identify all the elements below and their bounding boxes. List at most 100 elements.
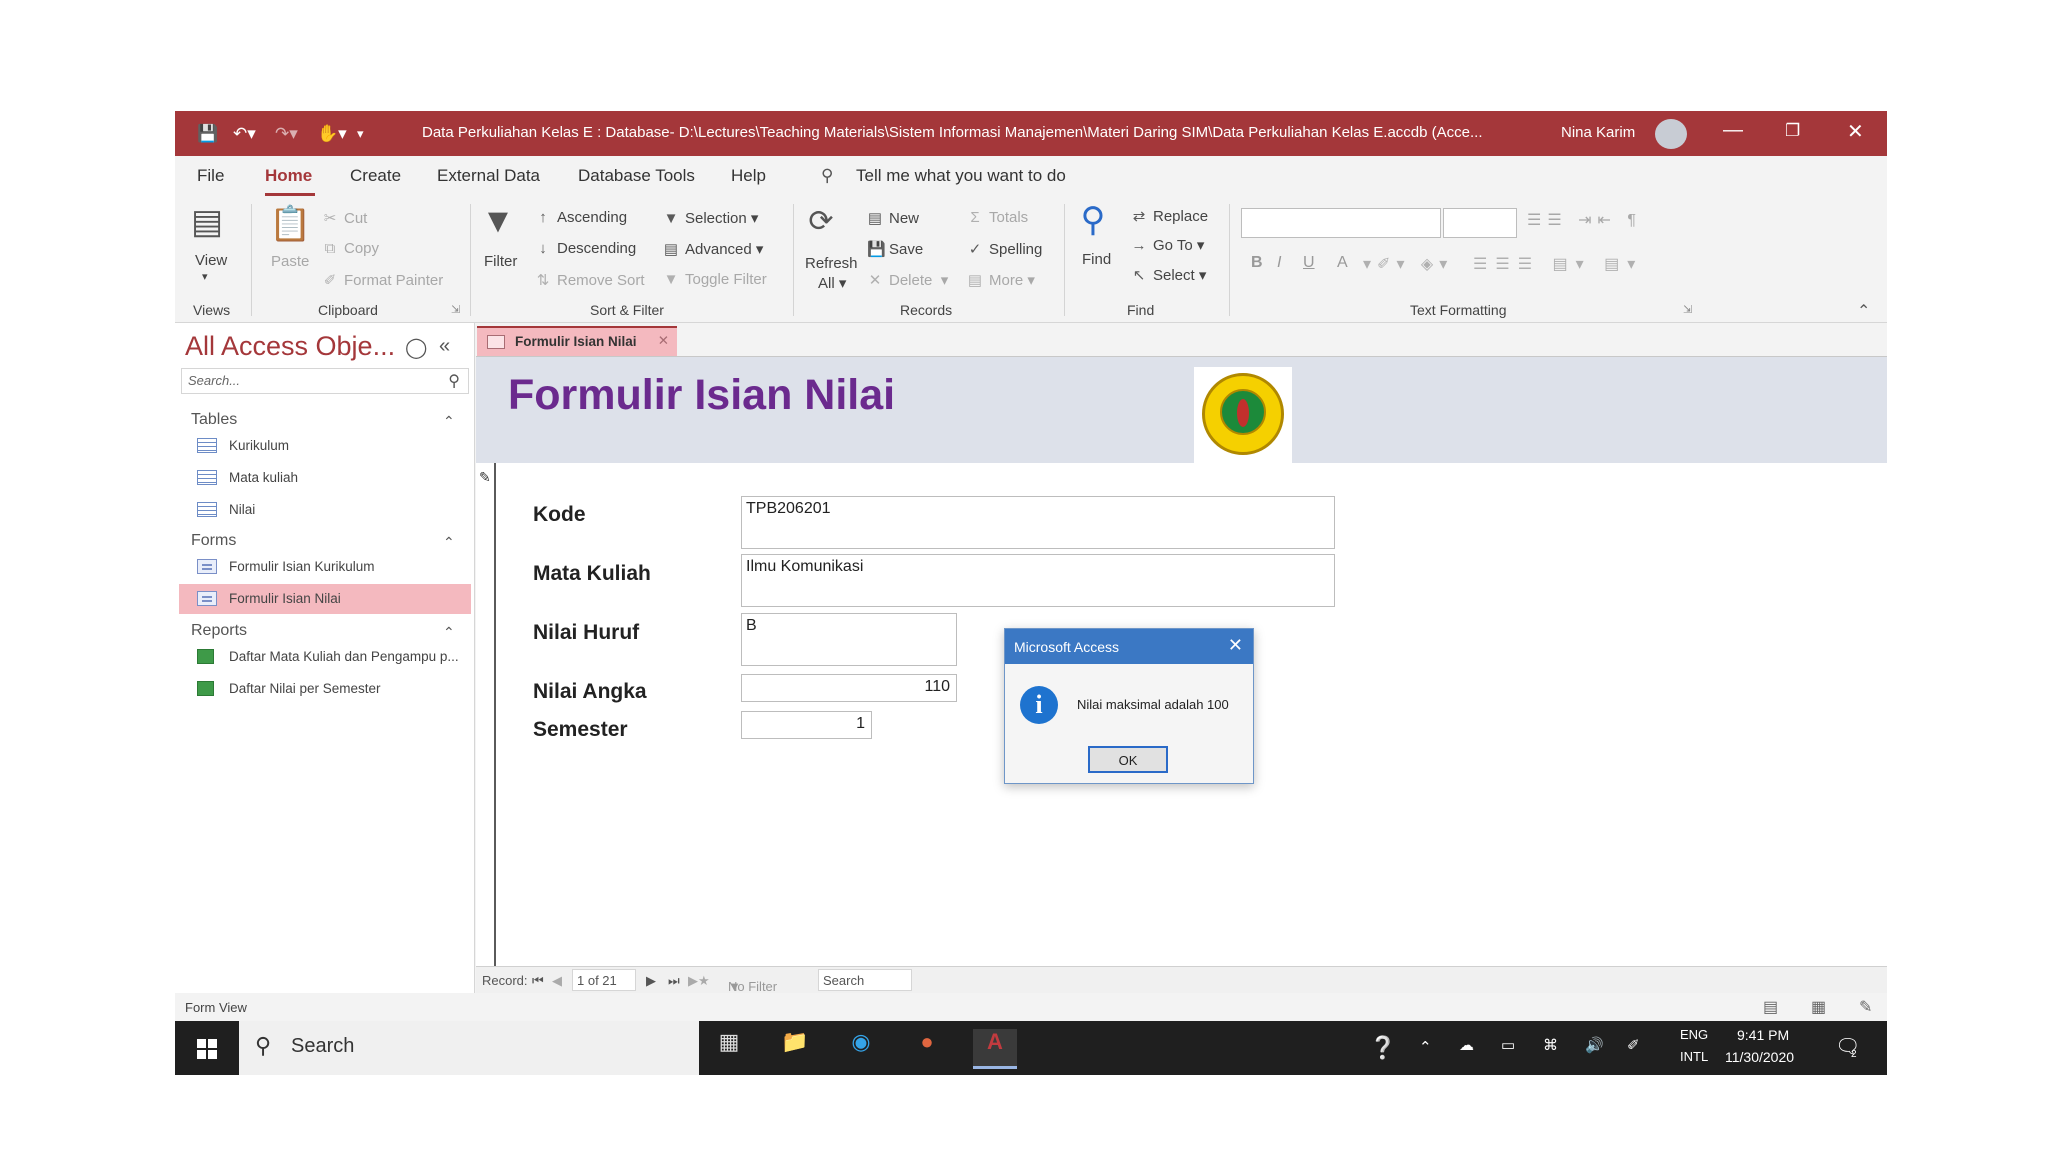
nav-search-input[interactable]: Search... ⚲	[181, 368, 469, 394]
last-record-button[interactable]: ⏭	[668, 973, 680, 989]
layout-view-icon[interactable]: ▦	[1811, 997, 1826, 1017]
format-painter-button[interactable]: ✐ Format Painter	[322, 271, 444, 289]
tab-database-tools[interactable]: Database Tools	[578, 166, 695, 186]
copy-button[interactable]: ⧉ Copy	[322, 240, 379, 257]
descending-button[interactable]: ↓ Descending	[535, 240, 636, 257]
nav-menu-icon[interactable]: ◯	[405, 335, 427, 360]
group-tables[interactable]: Tables	[191, 411, 237, 429]
save-record-button[interactable]: 💾 Save	[867, 240, 923, 258]
font-size-select[interactable]	[1443, 208, 1517, 238]
nav-collapse-icon[interactable]: «	[439, 335, 450, 358]
collapse-tables-icon[interactable]: ⌃	[443, 413, 455, 430]
tab-create[interactable]: Create	[350, 166, 401, 186]
touch-mode-icon[interactable]: ✋▾	[317, 124, 347, 144]
avatar[interactable]	[1655, 119, 1687, 149]
group-forms[interactable]: Forms	[191, 532, 236, 550]
ok-button[interactable]: OK	[1088, 746, 1168, 773]
document-tab[interactable]: Formulir Isian Nilai ✕	[477, 326, 677, 356]
remove-sort-button[interactable]: ⇅ Remove Sort	[535, 271, 645, 289]
nav-item-daftar-nilai-per-semester[interactable]: Daftar Nilai per Semester	[179, 674, 471, 704]
save-icon[interactable]: 💾	[197, 124, 218, 144]
collapse-reports-icon[interactable]: ⌃	[443, 624, 455, 641]
tab-external-data[interactable]: External Data	[437, 166, 540, 186]
semester-field[interactable]: 1	[741, 711, 872, 739]
refresh-button[interactable]: Refresh	[805, 255, 858, 272]
wifi-icon[interactable]: ⌘	[1543, 1036, 1558, 1054]
totals-button[interactable]: Σ Totals	[967, 209, 1028, 226]
filter-button[interactable]: Filter	[484, 253, 517, 270]
volume-icon[interactable]: 🔊	[1585, 1036, 1604, 1054]
task-view-icon[interactable]: ▦	[707, 1029, 751, 1069]
language-bottom[interactable]: INTL	[1680, 1049, 1708, 1064]
file-explorer-icon[interactable]: 📁	[773, 1029, 817, 1069]
record-search-input[interactable]: Search	[818, 969, 912, 991]
underline-button[interactable]: U	[1303, 254, 1315, 272]
selection-button[interactable]: ▼ Selection ▾	[663, 209, 759, 227]
current-record-input[interactable]: 1 of 21	[572, 969, 636, 991]
start-button[interactable]	[175, 1021, 239, 1075]
onedrive-icon[interactable]: ☁	[1459, 1036, 1474, 1054]
previous-record-button[interactable]: ◀	[552, 973, 562, 989]
collapse-ribbon-icon[interactable]: ⌃	[1857, 301, 1870, 321]
new-blank-record-button[interactable]: ▶★	[688, 973, 710, 989]
font-name-select[interactable]	[1241, 208, 1441, 238]
undo-icon[interactable]: ↶▾	[233, 124, 256, 144]
find-button[interactable]: Find	[1082, 251, 1111, 268]
pen-icon[interactable]: ✐	[1627, 1036, 1640, 1054]
first-record-button[interactable]: ⏮	[532, 973, 544, 989]
clock-time[interactable]: 9:41 PM	[1737, 1027, 1789, 1043]
nav-item-daftar-mata-kuliah[interactable]: Daftar Mata Kuliah dan Pengampu p...	[179, 642, 471, 672]
advanced-button[interactable]: ▤ Advanced ▾	[663, 240, 764, 258]
collapse-forms-icon[interactable]: ⌃	[443, 534, 455, 551]
delete-record-button[interactable]: ✕ Delete ▾	[867, 271, 949, 289]
paste-button[interactable]: Paste	[271, 253, 309, 270]
record-selector[interactable]: ✎	[476, 463, 496, 994]
show-hidden-icons-icon[interactable]: ⌃	[1419, 1038, 1432, 1056]
tab-home[interactable]: Home	[265, 166, 312, 186]
user-name[interactable]: Nina Karim	[1561, 124, 1635, 141]
customize-toolbar-icon[interactable]: ▾	[357, 126, 364, 142]
highlight-fill-icons[interactable]: ▾✐▾ ◈▾	[1363, 254, 1453, 274]
bold-button[interactable]: B	[1251, 254, 1263, 272]
powerpoint-icon[interactable]: ●	[905, 1029, 949, 1069]
spelling-button[interactable]: ✓ Spelling	[967, 240, 1043, 258]
font-color-button[interactable]: A	[1337, 254, 1348, 272]
close-icon[interactable]: ✕	[1847, 119, 1864, 144]
nilai-huruf-field[interactable]: B	[741, 613, 957, 666]
battery-icon[interactable]: ▭	[1501, 1036, 1515, 1054]
dialog-close-icon[interactable]: ✕	[1228, 635, 1243, 656]
more-button[interactable]: ▤ More ▾	[967, 271, 1035, 289]
tab-file[interactable]: File	[197, 166, 224, 186]
tab-help[interactable]: Help	[731, 166, 766, 186]
new-record-button[interactable]: ▤ New	[867, 209, 919, 227]
nav-item-formulir-isian-nilai[interactable]: Formulir Isian Nilai	[179, 584, 471, 614]
edge-icon[interactable]: ◉	[839, 1029, 883, 1069]
group-reports[interactable]: Reports	[191, 622, 247, 640]
alignment-icons[interactable]: ☰☰☰ ▤▾ ▤▾	[1473, 254, 1643, 274]
redo-icon[interactable]: ↷▾	[275, 124, 298, 144]
nilai-angka-field[interactable]: 110	[741, 674, 957, 702]
nav-item-formulir-isian-kurikulum[interactable]: Formulir Isian Kurikulum	[179, 552, 471, 582]
tell-me-box[interactable]: Tell me what you want to do	[856, 166, 1066, 186]
nav-item-nilai[interactable]: Nilai	[179, 495, 471, 525]
goto-button[interactable]: → Go To ▾	[1131, 236, 1205, 254]
toggle-filter-button[interactable]: ▼ Toggle Filter	[663, 271, 767, 288]
kode-field[interactable]: TPB206201	[741, 496, 1335, 549]
select-button[interactable]: ↖ Select ▾	[1131, 266, 1207, 284]
next-record-button[interactable]: ▶	[646, 973, 656, 989]
italic-button[interactable]: I	[1277, 254, 1281, 272]
nav-item-mata-kuliah[interactable]: Mata kuliah	[179, 463, 471, 493]
text-formatting-launcher-icon[interactable]: ⇲	[1683, 303, 1692, 316]
list-indent-icons[interactable]: ☰☰ ⇥⇤ ¶	[1527, 210, 1642, 230]
help-icon[interactable]: ❔	[1369, 1035, 1396, 1061]
ascending-button[interactable]: ↑ Ascending	[535, 209, 627, 226]
access-app-icon[interactable]: A	[973, 1029, 1017, 1069]
clipboard-launcher-icon[interactable]: ⇲	[451, 303, 460, 316]
search-icon[interactable]: ⚲	[448, 371, 460, 391]
nav-item-kurikulum[interactable]: Kurikulum	[179, 431, 471, 461]
form-view-icon[interactable]: ▤	[1763, 997, 1778, 1017]
taskbar-search[interactable]: ⚲ Search	[239, 1021, 699, 1075]
language-top[interactable]: ENG	[1680, 1027, 1708, 1042]
refresh-all-button[interactable]: All ▾	[818, 274, 846, 292]
replace-button[interactable]: ⇄ Replace	[1131, 207, 1208, 225]
